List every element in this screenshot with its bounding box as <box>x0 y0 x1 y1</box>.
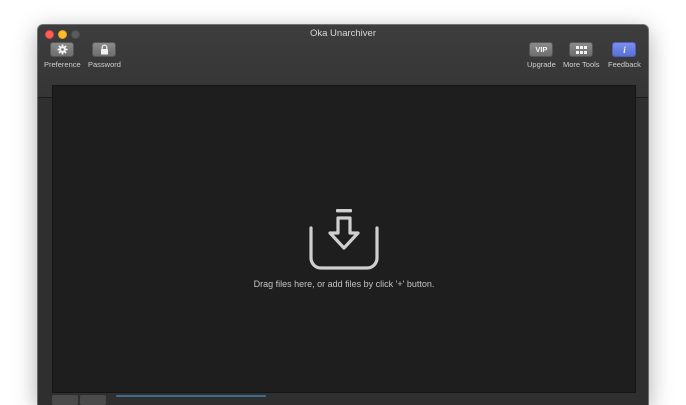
password-button[interactable]: Password <box>88 42 121 69</box>
vip-badge-icon: VIP <box>529 42 554 57</box>
preference-label: Preference <box>44 60 81 69</box>
preference-button[interactable]: Preference <box>44 42 81 69</box>
lock-icon <box>92 42 117 57</box>
app-window: Oka Unarchiver Preference Password VIP U… <box>38 25 648 405</box>
window-title: Oka Unarchiver <box>310 28 376 39</box>
feedback-label: Feedback <box>608 60 641 69</box>
upgrade-label: Upgrade <box>527 60 556 69</box>
add-button[interactable] <box>52 395 78 405</box>
more-tools-button[interactable]: More Tools <box>563 42 600 69</box>
tray-download-icon <box>309 208 379 275</box>
feedback-button[interactable]: i Feedback <box>608 42 641 69</box>
more-tools-label: More Tools <box>563 60 600 69</box>
file-drop-zone[interactable]: Drag files here, or add files by click '… <box>52 85 636 393</box>
drop-hint: Drag files here, or add files by click '… <box>253 279 435 289</box>
password-label: Password <box>88 60 121 69</box>
upgrade-button[interactable]: VIP Upgrade <box>527 42 556 69</box>
gear-icon <box>50 42 75 57</box>
bottom-bar <box>38 393 648 405</box>
remove-button[interactable] <box>80 395 106 405</box>
status-link[interactable] <box>116 395 266 397</box>
info-icon: i <box>612 42 637 57</box>
grid-icon <box>569 42 594 57</box>
